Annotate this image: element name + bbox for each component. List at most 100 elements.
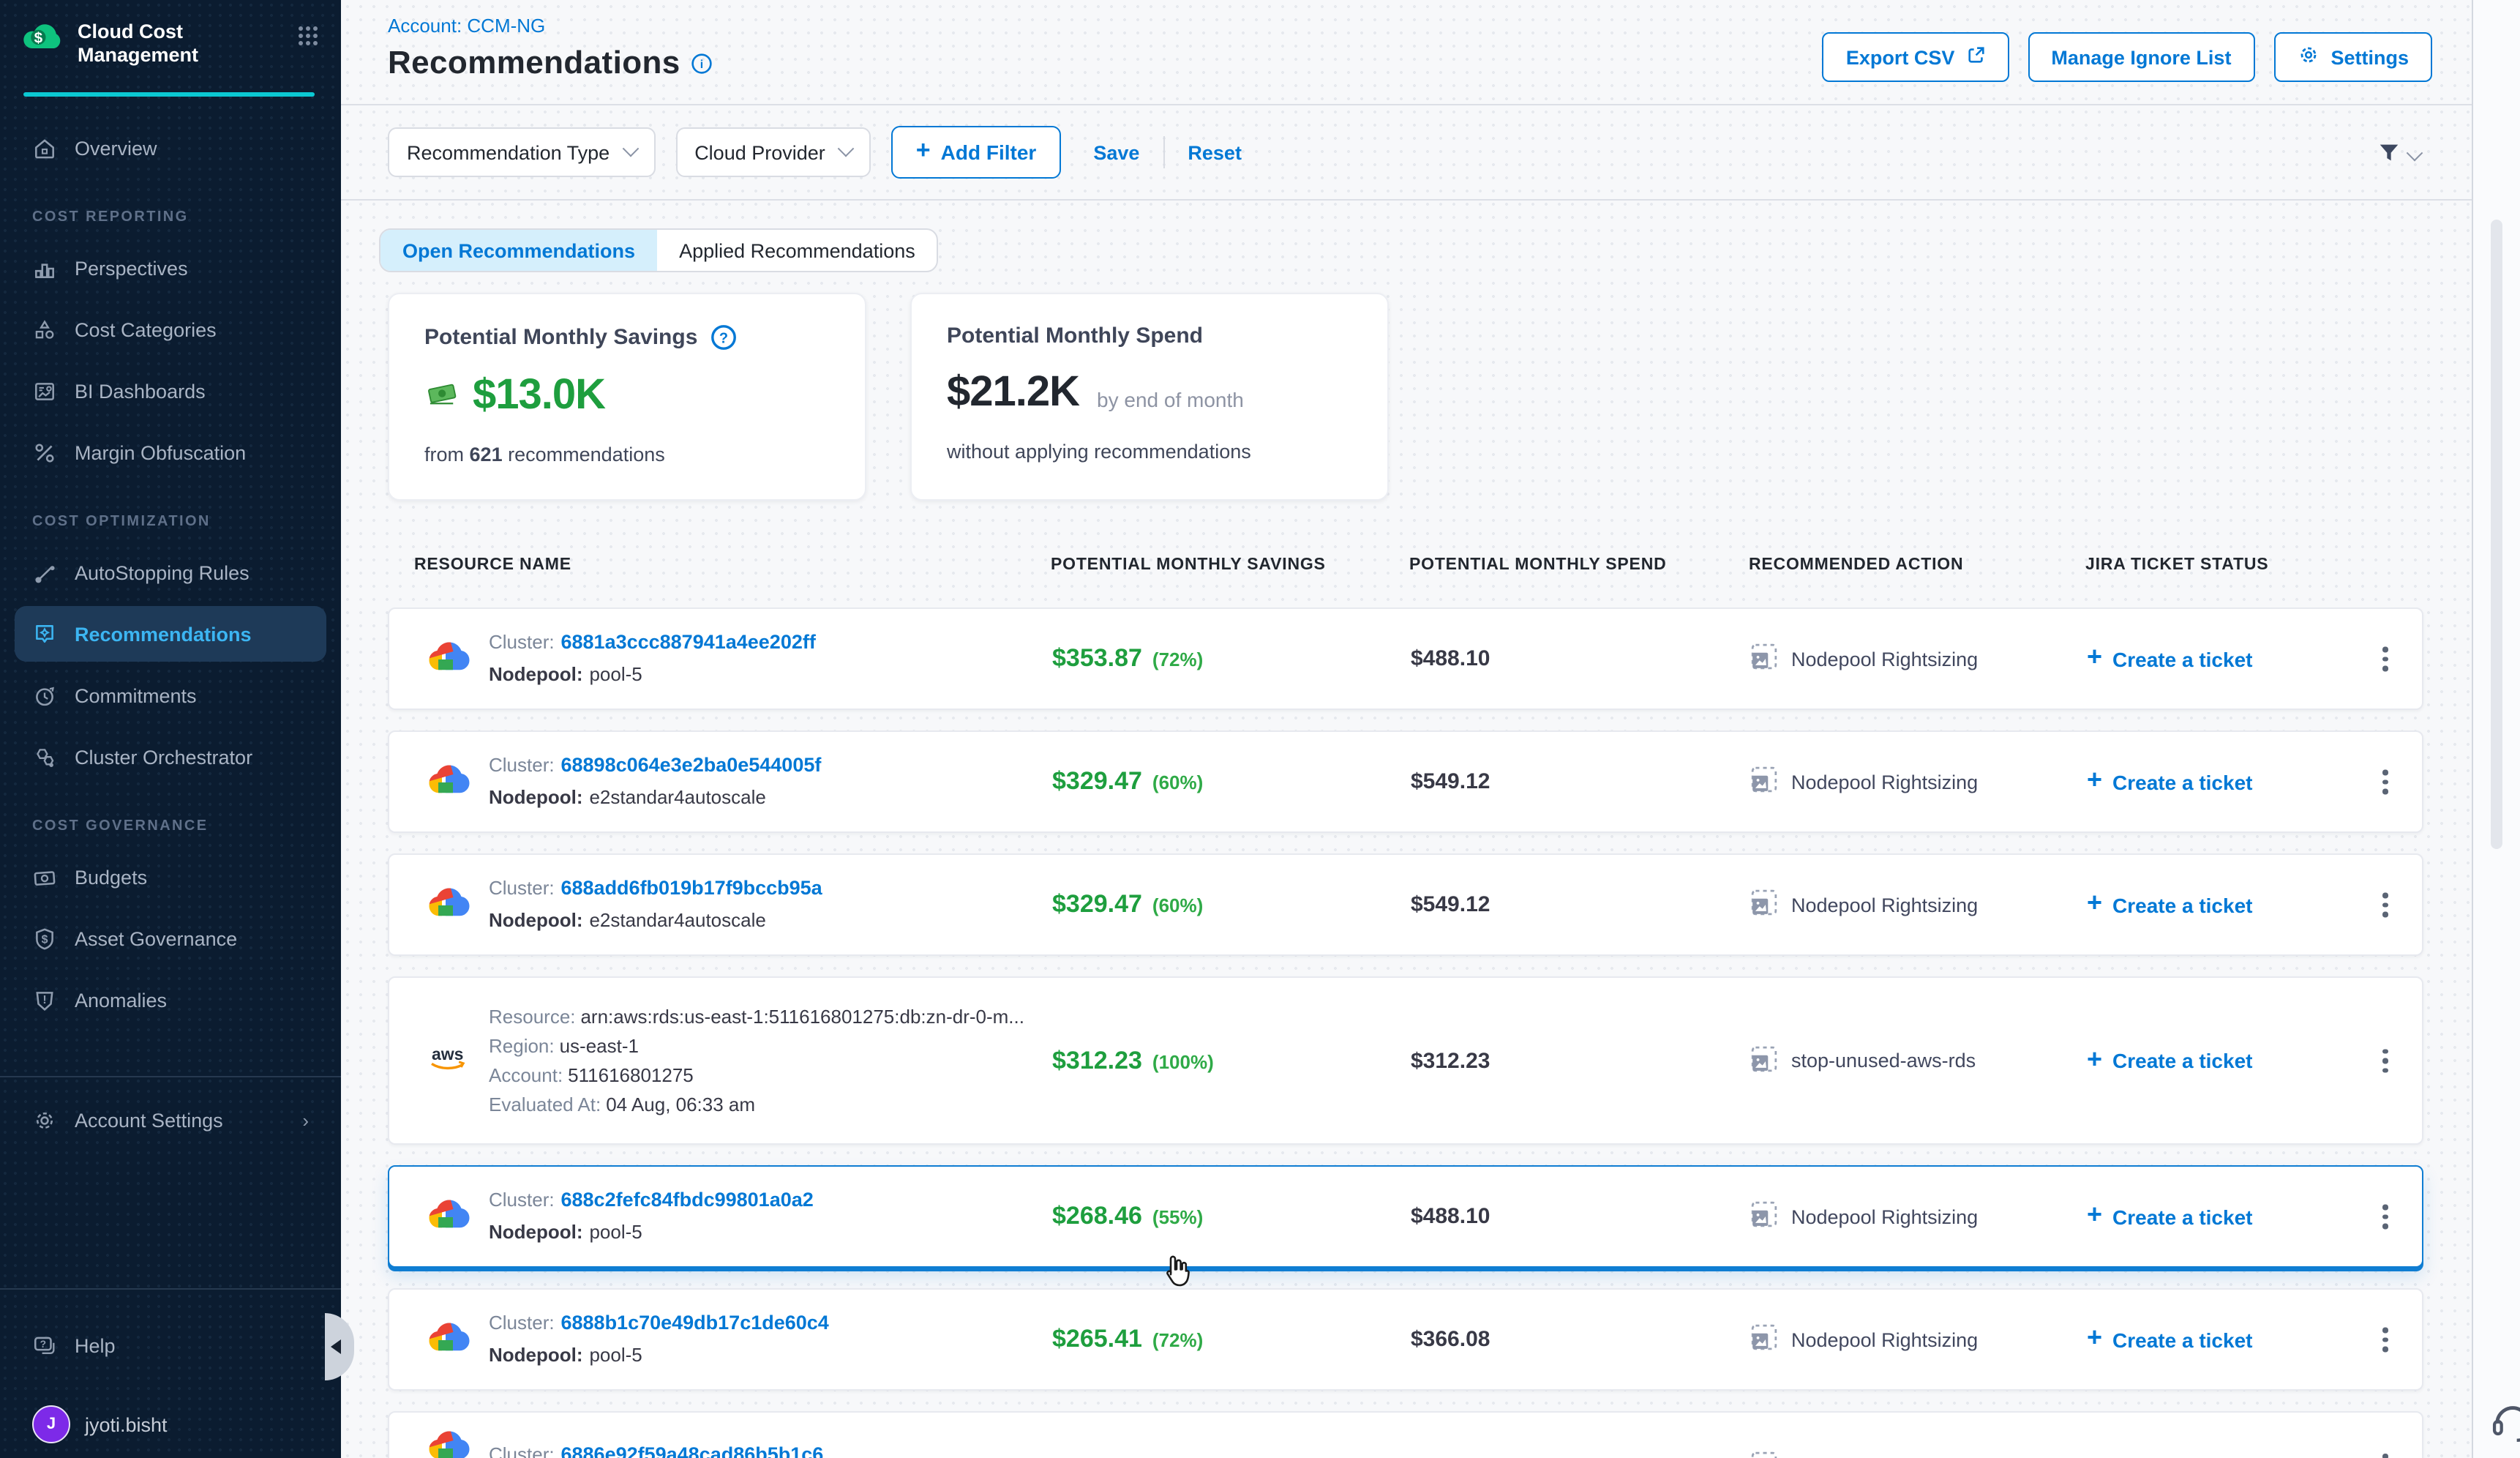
kebab-menu-icon[interactable] [2374, 884, 2396, 926]
action-label: Nodepool Rightsizing [1791, 648, 1978, 670]
tab-applied-recommendations[interactable]: Applied Recommendations [657, 230, 937, 271]
percent-icon [32, 440, 57, 465]
dropdown-label: Recommendation Type [407, 141, 610, 163]
kebab-menu-icon[interactable] [2374, 1196, 2396, 1238]
savings-percent: (60%) [1152, 771, 1203, 793]
savings-cell: $329.47(60%) [1052, 890, 1203, 919]
sidebar-item-help[interactable]: ? Help [0, 1323, 341, 1367]
sidebar-item-anomalies[interactable]: ! Anomalies [0, 978, 341, 1022]
sidebar-item-commitments[interactable]: Commitments [0, 673, 341, 717]
create-ticket-link[interactable]: Create a ticket [2087, 1326, 2252, 1353]
sub-prefix: from [424, 444, 464, 466]
support-chat-icon[interactable] [2488, 1397, 2520, 1446]
sidebar: $ Cloud Cost Management O [0, 0, 341, 1458]
table-row[interactable]: Cluster: 6881a3ccc887941a4ee202ff Nodepo… [388, 608, 2423, 710]
cluster-id-link[interactable]: 6886e92f59a48cad86b5b1c6 [561, 1443, 824, 1458]
user-menu[interactable]: J jyoti.bisht [0, 1402, 341, 1446]
gear-icon [32, 1107, 57, 1132]
sidebar-item-autostopping-rules[interactable]: AutoStopping Rules [0, 550, 341, 594]
resource-arn: arn:aws:rds:us-east-1:511616801275:db:zn… [580, 1005, 1024, 1027]
card-title: Potential Monthly Spend [947, 324, 1203, 348]
filter-divider [341, 199, 2472, 201]
cluster-label: Cluster: [489, 631, 555, 653]
svg-text:$: $ [42, 933, 48, 946]
cluster-label: Cluster: [489, 1312, 555, 1334]
kebab-menu-icon[interactable] [2374, 638, 2396, 680]
spend-subtext: without applying recommendations [947, 441, 1352, 463]
rightsizing-icon [1750, 889, 1778, 921]
table-row[interactable]: Cluster: 6886e92f59a48cad86b5b1c6 $244.0… [388, 1411, 2423, 1458]
sidebar-item-cost-categories[interactable]: Cost Categories [0, 307, 341, 351]
create-ticket-link[interactable]: Create a ticket [2087, 1203, 2252, 1230]
sidebar-item-label: Anomalies [75, 989, 167, 1011]
nodepool-label: Nodepool: [489, 909, 583, 931]
savings-value: $268.46 [1052, 1202, 1142, 1230]
sidebar-item-label: Commitments [75, 684, 197, 706]
table-header: RESOURCE NAME POTENTIAL MONTHLY SAVINGS … [388, 556, 2423, 583]
app-grid-icon[interactable] [297, 25, 323, 54]
cluster-id-link[interactable]: 6888b1c70e49db17c1de60c4 [561, 1312, 829, 1334]
sidebar-item-margin-obfuscation[interactable]: Margin Obfuscation [0, 430, 341, 474]
manage-ignore-label: Manage Ignore List [2051, 46, 2231, 68]
clock-icon [32, 683, 57, 708]
scrollbar-thumb[interactable] [2491, 220, 2502, 849]
reset-filter-link[interactable]: Reset [1188, 141, 1242, 163]
sidebar-divider [0, 1076, 341, 1077]
create-ticket-link[interactable]: Create a ticket [2087, 891, 2252, 919]
question-icon[interactable]: ? [709, 324, 737, 351]
cluster-id-link[interactable]: 688c2fefc84fbdc99801a0a2 [561, 1189, 814, 1211]
savings-value: $329.47 [1052, 767, 1142, 795]
sidebar-item-perspectives[interactable]: Perspectives [0, 246, 341, 290]
resource-label: Resource: [489, 1005, 576, 1027]
filter-panel-toggle[interactable] [2377, 141, 2420, 173]
add-filter-button[interactable]: Add Filter [891, 126, 1062, 179]
kebab-menu-icon[interactable] [2374, 1040, 2396, 1082]
settings-button[interactable]: Settings [2273, 32, 2432, 82]
nodepool-value: pool-5 [589, 1221, 642, 1243]
sidebar-item-overview[interactable]: Overview [0, 126, 341, 170]
cloud-provider-dropdown[interactable]: Cloud Provider [675, 127, 871, 177]
bar-chart-icon [32, 255, 57, 280]
kebab-menu-icon[interactable] [2374, 1445, 2396, 1458]
table-row[interactable]: Cluster: 6888b1c70e49db17c1de60c4 Nodepo… [388, 1288, 2423, 1391]
manage-ignore-list-button[interactable]: Manage Ignore List [2028, 32, 2254, 82]
recommendation-type-dropdown[interactable]: Recommendation Type [388, 127, 655, 177]
create-ticket-link[interactable]: Create a ticket [2087, 1454, 2252, 1458]
sidebar-item-label: Overview [75, 137, 157, 159]
kebab-menu-icon[interactable] [2374, 1319, 2396, 1361]
table-row[interactable]: Cluster: 68898c064e3e2ba0e544005f Nodepo… [388, 730, 2423, 833]
aws-logo: aws [427, 1040, 480, 1081]
action-cell: Nodepool Rightsizing [1750, 643, 1978, 675]
save-filter-link[interactable]: Save [1093, 141, 1139, 163]
action-label: Nodepool Rightsizing [1791, 1328, 1978, 1350]
table-row-selected[interactable]: Cluster: 688c2fefc84fbdc99801a0a2 Nodepo… [388, 1165, 2423, 1268]
table-row[interactable]: Cluster: 688add6fb019b17f9bccb95a Nodepo… [388, 853, 2423, 956]
cluster-id-link[interactable]: 68898c064e3e2ba0e544005f [561, 754, 822, 776]
cluster-id-link[interactable]: 688add6fb019b17f9bccb95a [561, 877, 822, 899]
page-scrollbar[interactable] [2472, 0, 2520, 1458]
sub-suffix: recommendations [508, 444, 665, 466]
cluster-id-link[interactable]: 6881a3ccc887941a4ee202ff [561, 631, 816, 653]
svg-text:i: i [700, 58, 702, 70]
resource-name-cell: Cluster: 6881a3ccc887941a4ee202ff Nodepo… [489, 627, 816, 691]
sidebar-item-asset-governance[interactable]: $ Asset Governance [0, 916, 341, 960]
tab-open-recommendations[interactable]: Open Recommendations [380, 230, 657, 271]
create-ticket-link[interactable]: Create a ticket [2087, 768, 2252, 796]
nodepool-label: Nodepool: [489, 1221, 583, 1243]
shield-dollar-icon: $ [32, 926, 57, 951]
info-icon[interactable]: i [691, 52, 713, 74]
sidebar-item-budgets[interactable]: Budgets [0, 855, 341, 899]
kebab-menu-icon[interactable] [2374, 761, 2396, 803]
sidebar-item-bi-dashboards[interactable]: BI Dashboards [0, 369, 341, 413]
region-label: Region: [489, 1034, 555, 1056]
card-title: Potential Monthly Savings [424, 325, 697, 350]
sidebar-item-cluster-orchestrator[interactable]: Cluster Orchestrator [0, 735, 341, 779]
create-ticket-link[interactable]: Create a ticket [2087, 645, 2252, 673]
breadcrumb-account-link[interactable]: Account: CCM-NG [388, 15, 545, 37]
create-ticket-link[interactable]: Create a ticket [2087, 1047, 2252, 1074]
help-label: Help [75, 1334, 116, 1356]
sidebar-item-recommendations[interactable]: Recommendations [15, 606, 326, 662]
export-csv-button[interactable]: Export CSV [1823, 32, 2009, 82]
sidebar-item-account-settings[interactable]: Account Settings › [0, 1098, 341, 1142]
table-row[interactable]: aws Resource: arn:aws:rds:us-east-1:5116… [388, 976, 2423, 1145]
